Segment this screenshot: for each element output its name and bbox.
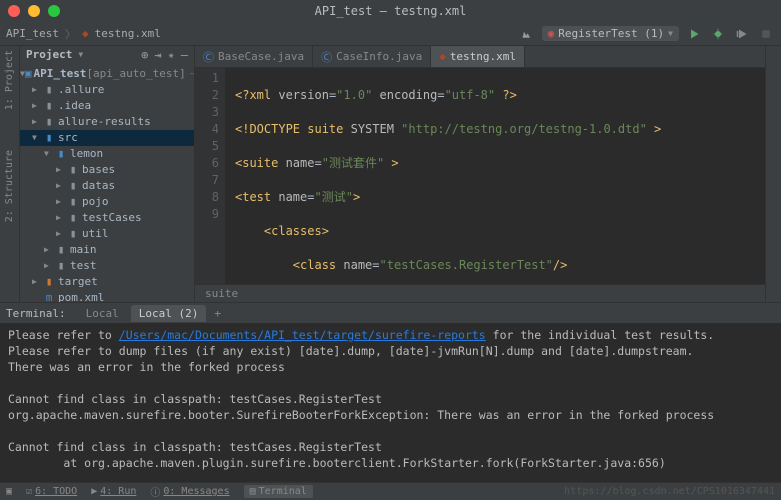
stop-button[interactable]	[757, 25, 775, 43]
status-run[interactable]: ▶ 4: Run	[91, 486, 136, 497]
status-terminal[interactable]: ▤ Terminal	[244, 485, 313, 498]
statusbar: ▣ ☑ 6: TODO ▶ 4: Run ⓘ 0: Messages ▤ Ter…	[0, 482, 781, 500]
surefire-reports-link[interactable]: /Users/mac/Documents/API_test/target/sur…	[119, 328, 486, 342]
right-tool-strip	[765, 46, 781, 302]
project-panel: Project ▼ ⊕ ⇥ ✴ — ▼▣API_test [api_auto_t…	[20, 46, 195, 302]
titlebar: API_test – testng.xml	[0, 0, 781, 22]
xml-file-icon: ◆	[82, 27, 89, 40]
collapse-all-icon[interactable]: ⇥	[154, 48, 161, 62]
terminal-tab-local-2[interactable]: Local (2)	[131, 305, 207, 322]
java-class-icon: Ⓒ	[203, 49, 214, 65]
breadcrumb-file[interactable]: testng.xml	[95, 27, 161, 40]
tab-basecase[interactable]: ⒸBaseCase.java	[195, 46, 313, 67]
java-class-icon: Ⓒ	[321, 49, 332, 65]
xml-file-icon: ◆	[439, 50, 446, 63]
project-panel-title: Project	[26, 48, 72, 61]
code-area[interactable]: <?xml version="1.0" encoding="utf-8" ?> …	[225, 68, 765, 284]
run-configuration-selector[interactable]: ◉ RegisterTest (1) ▼	[542, 26, 679, 41]
window-minimize-button[interactable]	[28, 5, 40, 17]
tab-testng-xml[interactable]: ◆testng.xml	[431, 46, 525, 67]
breadcrumb: API_test 〉 ◆ testng.xml	[6, 26, 161, 42]
tree-item-target[interactable]: ▶▮target	[20, 274, 194, 290]
tree-item-pojo[interactable]: ▶▮pojo	[20, 194, 194, 210]
navigation-bar: API_test 〉 ◆ testng.xml ◉ RegisterTest (…	[0, 22, 781, 46]
window-title: API_test – testng.xml	[8, 4, 773, 18]
run-config-label: RegisterTest (1)	[558, 27, 664, 40]
terminal-output[interactable]: Please refer to /Users/mac/Documents/API…	[0, 323, 781, 482]
run-button[interactable]	[685, 25, 703, 43]
left-tool-strip: 1: Project 2: Structure	[0, 46, 20, 302]
tree-item-main[interactable]: ▶▮main	[20, 242, 194, 258]
run-with-coverage-button[interactable]	[733, 25, 751, 43]
line-number-gutter: 123456789	[195, 68, 225, 284]
tree-item-test[interactable]: ▶▮test	[20, 258, 194, 274]
terminal-panel: Terminal: Local Local (2) + Please refer…	[0, 302, 781, 482]
tab-caseinfo[interactable]: ⒸCaseInfo.java	[313, 46, 431, 67]
tree-item-testcases[interactable]: ▶▮testCases	[20, 210, 194, 226]
terminal-label: Terminal:	[6, 307, 66, 320]
status-messages[interactable]: ⓘ 0: Messages	[150, 484, 229, 499]
status-todo[interactable]: ☑ 6: TODO	[26, 486, 77, 497]
window-close-button[interactable]	[8, 5, 20, 17]
tree-item-allure[interactable]: ▶▮.allure	[20, 82, 194, 98]
hide-panel-icon[interactable]: —	[181, 48, 188, 62]
editor[interactable]: 123456789 <?xml version="1.0" encoding="…	[195, 68, 765, 284]
status-window-icon[interactable]: ▣	[6, 486, 12, 497]
tree-root[interactable]: ▼▣API_test [api_auto_test]~/Doc	[20, 66, 194, 82]
project-tree[interactable]: ▼▣API_test [api_auto_test]~/Doc ▶▮.allur…	[20, 64, 194, 302]
chevron-down-icon[interactable]: ▼	[78, 50, 83, 59]
editor-breadcrumb[interactable]: suite	[195, 284, 765, 302]
tree-item-util[interactable]: ▶▮util	[20, 226, 194, 242]
testng-icon: ◉	[548, 27, 555, 40]
tree-item-lemon[interactable]: ▼▮lemon	[20, 146, 194, 162]
tree-item-datas[interactable]: ▶▮datas	[20, 178, 194, 194]
tree-item-src[interactable]: ▼▮src	[20, 130, 194, 146]
tree-item-pom[interactable]: mpom.xml	[20, 290, 194, 302]
tree-item-idea[interactable]: ▶▮.idea	[20, 98, 194, 114]
project-tool-button[interactable]: 1: Project	[4, 50, 15, 110]
breadcrumb-project[interactable]: API_test	[6, 27, 59, 40]
new-terminal-button[interactable]: +	[210, 307, 225, 320]
editor-tabs: ⒸBaseCase.java ⒸCaseInfo.java ◆testng.xm…	[195, 46, 765, 68]
chevron-down-icon: ▼	[668, 29, 673, 38]
terminal-tab-local[interactable]: Local	[78, 305, 127, 322]
build-icon[interactable]	[518, 25, 536, 43]
debug-button[interactable]	[709, 25, 727, 43]
structure-tool-button[interactable]: 2: Structure	[4, 150, 15, 222]
editor-area: ⒸBaseCase.java ⒸCaseInfo.java ◆testng.xm…	[195, 46, 765, 302]
select-opened-file-icon[interactable]: ⊕	[141, 48, 148, 62]
watermark: https://blog.csdn.net/CPS1016347441	[564, 486, 775, 497]
settings-icon[interactable]: ✴	[168, 48, 175, 62]
window-maximize-button[interactable]	[48, 5, 60, 17]
tree-item-bases[interactable]: ▶▮bases	[20, 162, 194, 178]
tree-item-allure-results[interactable]: ▶▮allure-results	[20, 114, 194, 130]
